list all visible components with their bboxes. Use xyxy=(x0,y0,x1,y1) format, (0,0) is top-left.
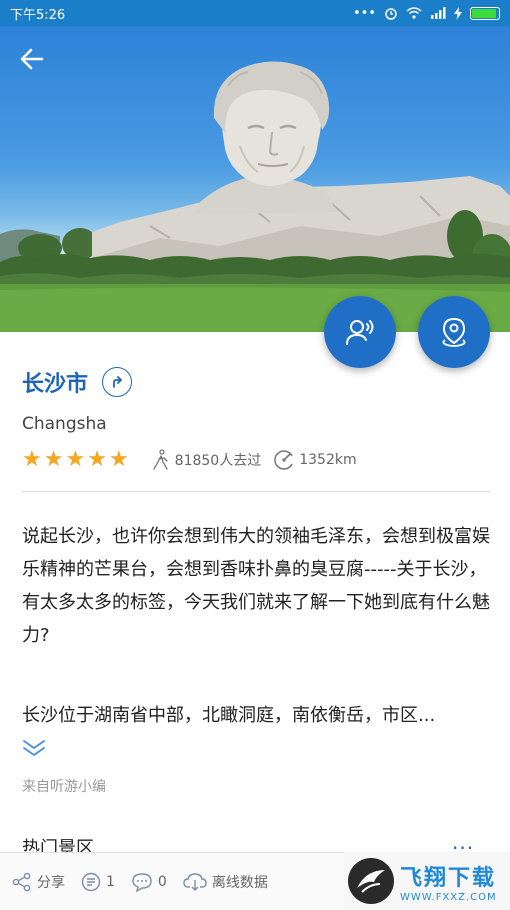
visitors-info: 81850人去过 xyxy=(151,449,262,471)
comment-icon xyxy=(132,872,152,892)
watermark-logo: 飞翔下载 WWW.FXXZ.COM xyxy=(344,852,510,910)
share-icon xyxy=(12,872,31,891)
signal-icon xyxy=(431,7,446,19)
watermark-text: 飞翔下载 WWW.FXXZ.COM xyxy=(400,860,497,903)
city-name: 长沙市 xyxy=(22,372,89,397)
alarm-icon xyxy=(385,8,397,20)
status-time: 下午5:26 xyxy=(10,7,66,23)
charging-icon xyxy=(454,6,462,20)
turn-right-arrow-icon xyxy=(113,376,122,388)
double-chevron-down-icon xyxy=(23,740,45,756)
list-count: 1 xyxy=(106,873,115,890)
statue-landscape-illustration xyxy=(0,61,510,332)
rating-stars: ★ ★ ★ ★ ★ xyxy=(22,449,129,471)
more-dots-icon: ••• xyxy=(352,5,376,21)
source-label: 来自听游小编 xyxy=(22,779,106,795)
divider xyxy=(22,491,490,492)
cloud-download-icon xyxy=(183,872,207,891)
offline-data-label: 离线数据 xyxy=(211,874,268,891)
offline-data-button[interactable]: 离线数据 xyxy=(183,872,268,892)
hero-image xyxy=(0,26,510,332)
star-icon: ★ xyxy=(108,447,129,472)
audio-guide-icon xyxy=(346,320,374,345)
city-title-row: 长沙市 xyxy=(22,366,133,398)
watermark-title: 飞翔下载 xyxy=(400,865,497,891)
location-button[interactable] xyxy=(418,296,490,368)
star-icon: ★ xyxy=(22,447,42,472)
list-icon xyxy=(81,872,101,891)
back-button[interactable] xyxy=(20,48,54,82)
city-meta-row: ★ ★ ★ ★ ★ 81850人去过 1352km xyxy=(22,447,369,473)
audio-guide-button[interactable] xyxy=(324,296,396,368)
comment-count: 0 xyxy=(157,873,167,890)
distance-value: 1352km xyxy=(299,452,357,468)
arrow-left-icon xyxy=(20,48,44,70)
intro-paragraph-truncated: 长沙位于湖南省中部，北瞰洞庭，南依衡岳，市区... xyxy=(22,705,436,726)
battery-icon xyxy=(470,6,500,20)
expand-button[interactable] xyxy=(22,738,46,760)
visitors-count: 81850人去过 xyxy=(174,453,262,469)
status-icons: ••• xyxy=(353,6,500,21)
navigate-button[interactable] xyxy=(102,367,133,397)
comment-button[interactable]: 0 xyxy=(131,872,167,892)
wifi-icon xyxy=(406,7,422,19)
walking-person-icon xyxy=(153,449,168,470)
star-icon: ★ xyxy=(87,447,107,472)
share-button[interactable]: 分享 xyxy=(12,872,65,892)
city-english-name: Changsha xyxy=(22,414,107,434)
location-pin-icon xyxy=(442,317,466,347)
list-button[interactable]: 1 xyxy=(81,872,115,892)
distance-gauge-icon xyxy=(274,450,293,470)
status-bar: 下午5:26 ••• xyxy=(0,0,510,26)
star-icon: ★ xyxy=(43,447,64,472)
share-label: 分享 xyxy=(37,874,65,891)
star-icon: ★ xyxy=(65,447,86,472)
watermark-url: WWW.FXXZ.COM xyxy=(400,891,497,903)
watermark-wing-icon xyxy=(348,858,394,904)
distance-info: 1352km xyxy=(273,449,357,471)
intro-paragraph: 说起长沙，也许你会想到伟大的领袖毛泽东，会想到极富娱乐精神的芒果台，会想到香味扑… xyxy=(22,526,490,646)
